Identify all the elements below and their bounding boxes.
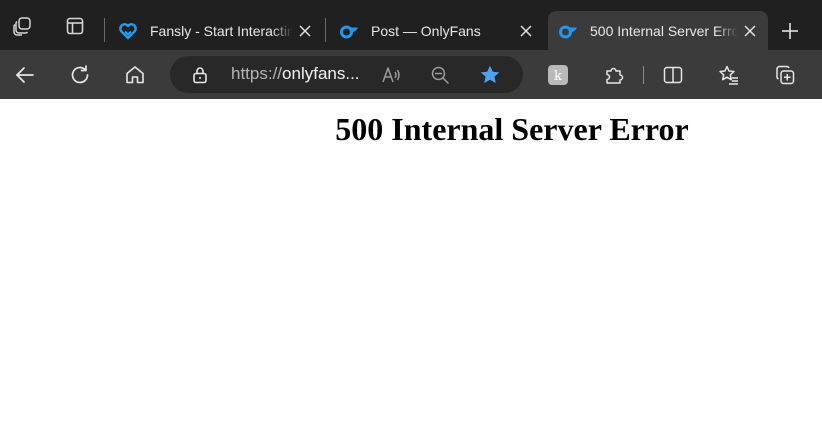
workspaces-button[interactable]: [8, 11, 38, 41]
tab-close-button[interactable]: [514, 19, 538, 43]
url-text[interactable]: https://onlyfans...: [231, 64, 360, 84]
svg-text:k: k: [554, 69, 562, 84]
puzzle-icon: [606, 67, 624, 84]
tab-title: 500 Internal Server Error: [590, 22, 738, 39]
vertical-tabs-icon: [66, 17, 84, 35]
workspaces-icon: [13, 17, 31, 36]
tab-server-error[interactable]: 500 Internal Server Error: [548, 11, 768, 50]
collections-icon: [776, 65, 795, 85]
favorite-button[interactable]: [477, 62, 503, 88]
split-screen-icon: [663, 66, 683, 84]
star-filled-icon: [480, 65, 500, 84]
read-aloud-button[interactable]: [378, 62, 404, 88]
tab-title: Fansly - Start Interacting Today: [150, 22, 293, 39]
tab-fansly[interactable]: Fansly - Start Interacting Today: [108, 11, 323, 50]
favorites-list-icon: [719, 65, 738, 85]
home-button[interactable]: [118, 58, 152, 92]
tab-divider: [325, 18, 326, 42]
onlyfans-logo-icon: [559, 25, 577, 38]
tab-onlyfans-post[interactable]: Post — OnlyFans: [329, 11, 544, 50]
extension-badge-icon: k: [548, 65, 568, 85]
back-button[interactable]: [8, 58, 42, 92]
page-heading: 500 Internal Server Error: [335, 111, 689, 147]
page-content: 500 Internal Server Error: [0, 99, 822, 425]
url-host: onlyfans...: [282, 64, 360, 83]
tab-actions-button[interactable]: [60, 11, 90, 41]
favorites-button[interactable]: [712, 58, 746, 92]
refresh-button[interactable]: [63, 58, 97, 92]
toolbar-separator: [643, 66, 644, 84]
split-screen-button[interactable]: [656, 58, 690, 92]
browser-toolbar: https://onlyfans... k: [0, 50, 822, 99]
collections-button[interactable]: [768, 58, 802, 92]
tab-title: Post — OnlyFans: [371, 22, 481, 39]
arrow-left-icon: [16, 67, 34, 83]
tab-close-button[interactable]: [738, 19, 762, 43]
address-bar[interactable]: https://onlyfans...: [170, 56, 523, 93]
lock-icon[interactable]: [190, 65, 210, 85]
plus-icon: [782, 23, 798, 39]
close-icon: [520, 24, 532, 37]
close-icon: [299, 24, 311, 37]
home-icon: [126, 66, 144, 84]
url-scheme: https://: [231, 64, 283, 83]
extension-button[interactable]: k: [541, 58, 575, 92]
refresh-icon: [71, 65, 89, 84]
read-aloud-icon: [382, 67, 400, 83]
new-tab-button[interactable]: [774, 15, 806, 47]
zoom-button[interactable]: [427, 62, 453, 88]
tab-strip: Fansly - Start Interacting Today Post — …: [0, 0, 822, 50]
onlyfans-logo-icon: [340, 25, 358, 38]
close-icon: [744, 24, 756, 37]
tab-close-button[interactable]: [293, 19, 317, 43]
fansly-heart-icon: [119, 22, 137, 39]
extensions-button[interactable]: [597, 58, 631, 92]
tab-divider: [104, 18, 105, 42]
zoom-out-icon: [431, 66, 449, 84]
